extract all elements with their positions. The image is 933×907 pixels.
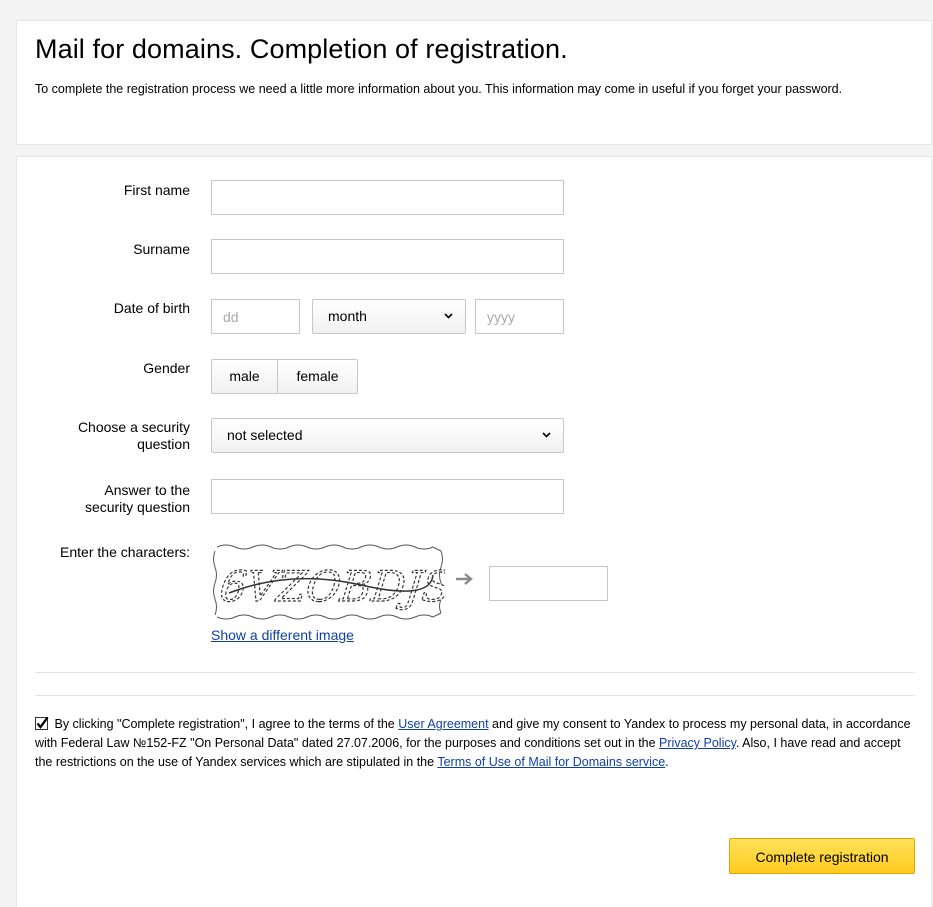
user-agreement-link[interactable]: User Agreement (398, 717, 488, 731)
captcha-label: Enter the characters: (60, 544, 190, 560)
complete-registration-button[interactable]: Complete registration (729, 838, 915, 874)
dob-month-select[interactable]: month (312, 299, 466, 334)
dob-year-input[interactable] (475, 299, 564, 334)
captcha-glyphs: 6VZOBDJS (218, 562, 445, 611)
answer-label-line2: security question (84, 499, 190, 515)
divider (35, 672, 915, 673)
chevron-down-icon (444, 300, 453, 319)
gender-female-button[interactable]: female (278, 359, 358, 394)
checkmark-icon (35, 716, 49, 730)
security-question-value: not selected (227, 427, 303, 443)
divider (35, 695, 915, 696)
consent-checkbox[interactable] (35, 716, 49, 730)
consent-text-part4: . (665, 755, 669, 769)
gender-label: Gender (143, 360, 190, 376)
registration-form: First name Surname Date of birth month G… (16, 156, 932, 907)
captcha-image: 6VZOBDJS (213, 544, 445, 620)
surname-label: Surname (133, 241, 190, 257)
gender-male-button[interactable]: male (211, 359, 278, 394)
answer-label-line1: Answer to the (104, 482, 190, 498)
consent-text-part1: By clicking "Complete registration", I a… (54, 717, 399, 731)
page-intro: To complete the registration process we … (35, 82, 843, 96)
first-name-label: First name (123, 182, 190, 198)
dob-day-input[interactable] (211, 299, 300, 334)
terms-of-use-link[interactable]: Terms of Use of Mail for Domains service (437, 755, 665, 769)
header-panel: Mail for domains. Completion of registra… (16, 20, 932, 145)
privacy-policy-link[interactable]: Privacy Policy (659, 736, 736, 750)
security-question-label: Choose a security question (20, 419, 190, 453)
page-title: Mail for domains. Completion of registra… (35, 34, 568, 64)
consent-text: By clicking "Complete registration", I a… (35, 715, 915, 772)
date-of-birth-label: Date of birth (113, 300, 190, 316)
arrow-right-icon (454, 572, 476, 591)
security-question-label-line2: question (137, 436, 190, 452)
first-name-input[interactable] (211, 180, 564, 215)
dob-month-value: month (328, 308, 367, 324)
security-question-label-line1: Choose a security (77, 419, 190, 435)
captcha-input[interactable] (489, 566, 608, 601)
answer-label: Answer to the security question (20, 482, 190, 516)
security-question-select[interactable]: not selected (211, 418, 564, 453)
show-different-image-link[interactable]: Show a different image (211, 627, 354, 644)
chevron-down-icon (542, 419, 551, 438)
surname-input[interactable] (211, 239, 564, 274)
answer-input[interactable] (211, 479, 564, 514)
